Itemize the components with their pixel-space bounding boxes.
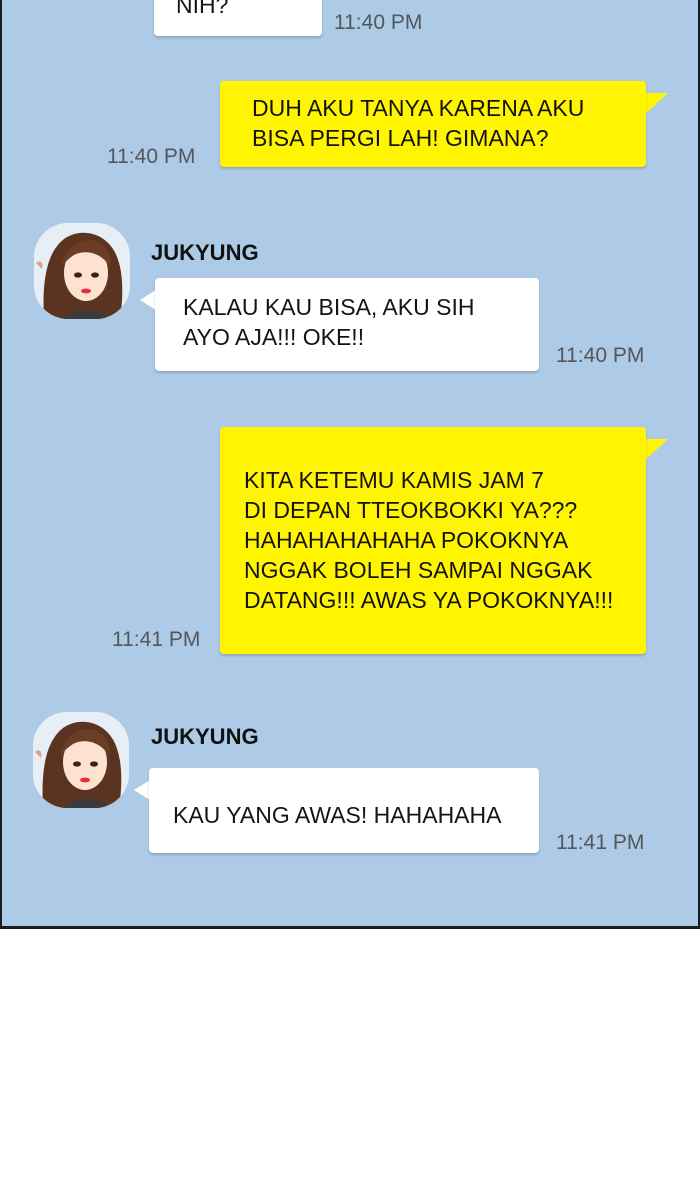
bubble-tail	[134, 780, 150, 800]
message-text: NIH?	[176, 0, 229, 18]
message-text: KAU YANG AWAS! HAHAHAHA	[173, 802, 502, 828]
sender-name: JUKYUNG	[151, 724, 259, 749]
bubble-tail	[644, 439, 668, 461]
message-bubble-outgoing[interactable]: KITA KETEMU KAMIS JAM 7 DI DEPAN TTEOKBO…	[220, 427, 646, 654]
message-text: DUH AKU TANYA KARENA AKU BISA PERGI LAH!…	[252, 95, 585, 151]
message-timestamp: 11:40 PM	[107, 145, 196, 168]
sender-name: JUKYUNG	[151, 240, 259, 265]
message-text: KITA KETEMU KAMIS JAM 7 DI DEPAN TTEOKBO…	[244, 467, 614, 613]
bubble-tail	[140, 290, 156, 310]
message-bubble-outgoing[interactable]: DUH AKU TANYA KARENA AKU BISA PERGI LAH!…	[220, 81, 646, 167]
avatar-portrait-icon	[33, 712, 129, 808]
message-timestamp: 11:40 PM	[334, 11, 423, 34]
message-text: KALAU KAU BISA, AKU SIH AYO AJA!!! OKE!!	[183, 294, 475, 350]
bubble-tail	[644, 93, 668, 115]
avatar-portrait-icon	[34, 223, 130, 319]
message-bubble-incoming[interactable]: NIH?	[154, 0, 322, 36]
chat-area: NIH? 11:40 PM DUH AKU TANYA KARENA AKU B…	[0, 0, 700, 929]
avatar[interactable]	[34, 223, 130, 319]
message-timestamp: 11:41 PM	[556, 831, 645, 854]
message-timestamp: 11:40 PM	[556, 344, 645, 367]
message-bubble-incoming[interactable]: KALAU KAU BISA, AKU SIH AYO AJA!!! OKE!!	[155, 278, 539, 371]
message-timestamp: 11:41 PM	[112, 628, 201, 651]
avatar[interactable]	[33, 712, 129, 808]
message-bubble-incoming[interactable]: KAU YANG AWAS! HAHAHAHA	[149, 768, 539, 853]
